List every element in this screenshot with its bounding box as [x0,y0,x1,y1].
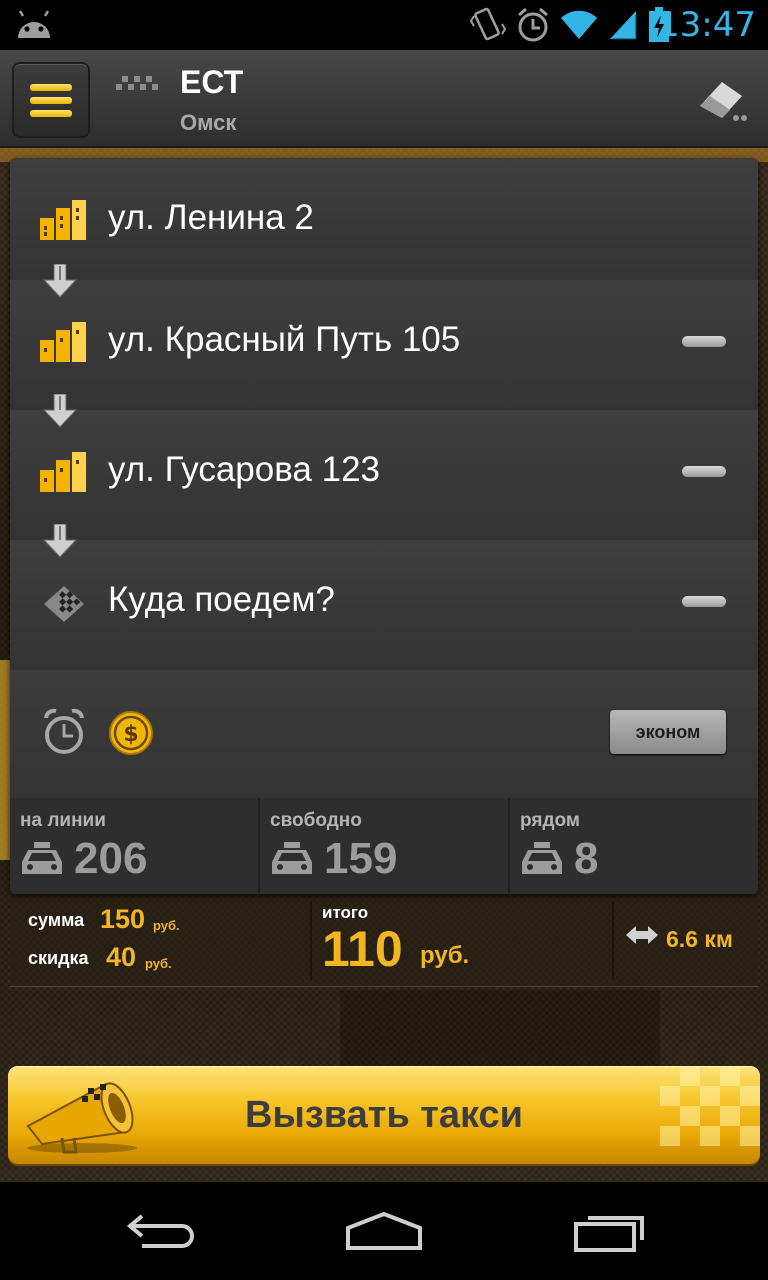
building-icon [40,200,86,240]
sum-value: 150 [100,904,146,934]
down-arrow-icon [42,394,78,428]
route-stop-destination[interactable]: Куда поедем? [10,540,758,672]
android-icon [18,10,50,38]
finish-flag-icon [44,586,84,622]
building-icon [40,322,86,362]
down-arrow-icon [42,524,78,558]
route-stop-3[interactable]: ул. Гусарова 123 [10,410,758,542]
menu-button[interactable] [12,62,90,138]
action-bar [0,50,768,148]
remove-stop-button[interactable] [682,466,726,477]
distance-arrows-icon [626,926,658,944]
total-unit: руб. [420,942,470,969]
call-taxi-button[interactable]: Вызвать такси [8,1066,760,1164]
menu-icon [30,84,72,91]
stat-label: на линии [20,810,106,831]
alarm-icon [518,7,548,42]
city-name: Омск [180,110,237,135]
down-arrow-icon [42,264,78,298]
route-card: ул. Ленина 2 ул. Красный Путь 105 ул. Гу… [10,158,758,894]
menu-icon-bar [30,110,72,117]
stat-free: свободно 159 [260,798,510,894]
navigation-bar [0,1184,768,1280]
taxi-car-icon [272,842,312,874]
svg-text:$: $ [123,722,138,747]
menu-icon-bar [30,97,72,104]
recent-apps-icon[interactable] [572,1210,648,1254]
brand-name: ЕСТ [180,64,244,100]
route-stop-label: Куда поедем? [108,580,335,619]
status-bar: 13:47 [0,0,768,50]
options-row: $ эконом [10,670,758,802]
stat-value: 8 [574,834,599,883]
discount-unit: руб. [145,956,172,971]
alarm-clock-icon[interactable] [42,708,86,756]
remove-stop-button[interactable] [682,336,726,347]
route-stop-2[interactable]: ул. Красный Путь 105 [10,280,758,412]
taxi-stats: на линии 206 свободно 159 рядом 8 [10,798,758,894]
distance-value: 6.6 км [666,926,733,952]
discount-label: скидка [28,948,89,968]
stat-online: на линии 206 [10,798,260,894]
building-icon [40,452,86,492]
sum-unit: руб. [153,918,180,933]
route-stop-label: ул. Гусарова 123 [108,450,381,489]
eraser-icon[interactable] [696,76,748,124]
divider [310,902,312,980]
remove-stop-button[interactable] [682,596,726,607]
discount-value: 40 [106,942,137,972]
stat-label: свободно [270,810,362,831]
clock: 13:47 [658,5,756,45]
route-stop-label: ул. Красный Путь 105 [108,320,461,359]
payment-coin-icon[interactable]: $ [108,710,154,756]
call-taxi-label: Вызвать такси [244,1094,524,1136]
route-stop-label: ул. Ленина 2 [108,198,314,237]
taxi-car-icon [22,842,62,874]
sum-label: сумма [28,910,85,930]
tariff-button[interactable]: эконом [610,710,726,754]
total-value: 110 [322,921,403,977]
taxi-checker-icon [116,76,158,90]
stat-label: рядом [520,810,580,831]
stat-value: 206 [74,834,148,883]
signal-icon [610,11,637,40]
back-icon[interactable] [124,1210,196,1250]
stat-value: 159 [324,834,398,883]
taxi-car-icon [522,842,562,874]
route-stop-1[interactable]: ул. Ленина 2 [10,158,758,290]
stat-nearby: рядом 8 [510,798,758,894]
home-icon[interactable] [344,1210,424,1254]
divider [612,902,614,980]
background-shape [340,990,660,1070]
price-summary: сумма 150 руб. скидка 40 руб. итого 110 … [10,898,758,987]
vibrate-icon [470,7,506,41]
wifi-icon [561,10,597,39]
